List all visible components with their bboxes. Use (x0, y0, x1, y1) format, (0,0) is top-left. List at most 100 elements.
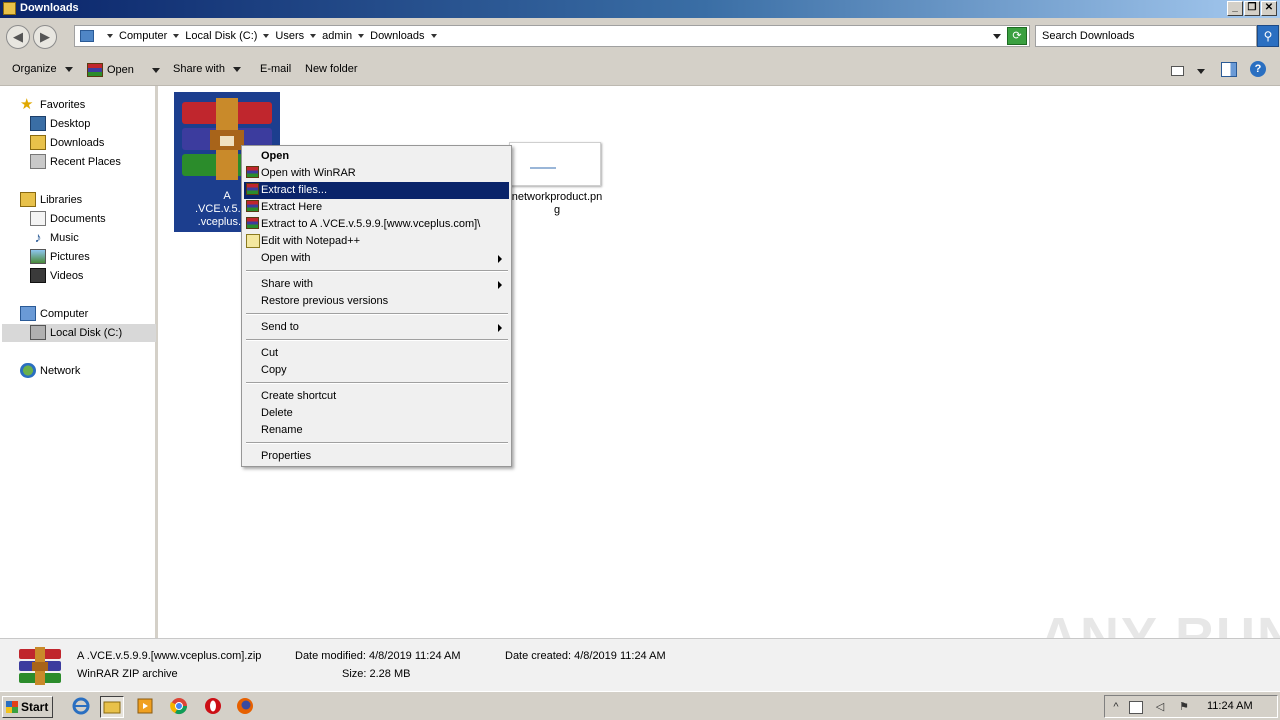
search-input[interactable]: Search Downloads (1035, 25, 1257, 47)
menu-item-delete[interactable]: Delete (244, 405, 509, 422)
chevron-down-icon[interactable] (263, 34, 270, 38)
menu-item-properties[interactable]: Properties (244, 448, 509, 465)
network-status-icon[interactable] (1129, 701, 1143, 714)
nav-item-desktop[interactable]: Desktop (30, 114, 90, 133)
start-button[interactable]: Start (2, 696, 53, 718)
menu-item-extract-here[interactable]: Extract Here (244, 199, 509, 216)
desktop-icon (30, 116, 46, 131)
menu-item-extract-to[interactable]: Extract to A .VCE.v.5.9.9.[www.vceplus.c… (244, 216, 509, 233)
taskbar-media-player-icon[interactable] (134, 696, 158, 718)
taskbar-chrome-icon[interactable] (168, 696, 192, 718)
details-filename: A .VCE.v.5.9.9.[www.vceplus.com].zip (77, 650, 262, 662)
menu-separator (246, 442, 508, 444)
minimize-button[interactable]: _ (1227, 1, 1243, 16)
menu-item-open-with[interactable]: Open with (244, 250, 509, 267)
downloads-folder-icon (30, 135, 46, 150)
menu-item-send-to[interactable]: Send to (244, 319, 509, 336)
menu-item-share-with[interactable]: Share with (244, 276, 509, 293)
nav-item-local-disk[interactable]: Local Disk (C:) (30, 323, 122, 342)
taskbar-ie-icon[interactable] (70, 696, 94, 718)
clock[interactable]: 11:24 AM (1207, 700, 1253, 712)
nav-label: Recent Places (50, 155, 121, 168)
menu-item-open-with-winrar[interactable]: Open with WinRAR (244, 165, 509, 182)
chevron-down-icon[interactable] (310, 34, 317, 38)
back-button[interactable]: ◀ (6, 25, 30, 49)
winrar-icon (246, 200, 259, 212)
file-name[interactable]: networkproduct.pn g (507, 191, 607, 217)
nav-item-pictures[interactable]: Pictures (30, 247, 90, 266)
organize-button[interactable]: Organize (12, 63, 73, 75)
nav-item-recent-places[interactable]: Recent Places (30, 152, 121, 171)
nav-label: Documents (50, 212, 106, 225)
nav-item-documents[interactable]: Documents (30, 209, 106, 228)
menu-item-extract-files[interactable]: Extract files... (244, 182, 509, 199)
menu-item-copy[interactable]: Copy (244, 362, 509, 379)
chevron-down-icon[interactable] (1197, 69, 1205, 74)
nav-item-favorites[interactable]: ★ Favorites (20, 95, 85, 114)
file-name-line: networkproduct.pn (511, 191, 603, 203)
menu-item-create-shortcut[interactable]: Create shortcut (244, 388, 509, 405)
nav-label: Videos (50, 269, 84, 282)
menu-item-open[interactable]: Open (244, 148, 509, 165)
share-with-button[interactable]: Share with (173, 63, 241, 75)
show-hidden-icons-icon[interactable]: ^ (1109, 701, 1123, 714)
maximize-button[interactable]: ❐ (1244, 1, 1260, 16)
breadcrumb-computer[interactable]: Computer (119, 30, 167, 42)
search-icon[interactable]: ⚲ (1257, 25, 1279, 47)
nav-item-music[interactable]: ♪ Music (30, 228, 79, 247)
chevron-down-icon[interactable] (107, 34, 113, 38)
open-label: Open (107, 64, 134, 76)
details-size: Size: 2.28 MB (342, 668, 411, 680)
menu-item-edit-notepad[interactable]: Edit with Notepad++ (244, 233, 509, 250)
address-history-dropdown-icon[interactable] (993, 34, 1001, 39)
breadcrumb-admin[interactable]: admin (322, 30, 352, 42)
menu-item-rename[interactable]: Rename (244, 422, 509, 439)
breadcrumb: Computer Local Disk (C:) Users admin Dow… (101, 30, 443, 42)
breadcrumb-downloads[interactable]: Downloads (370, 30, 424, 42)
star-icon: ★ (20, 96, 34, 113)
volume-icon[interactable]: ◁ (1153, 701, 1167, 714)
preview-pane-icon[interactable] (1221, 62, 1237, 77)
system-tray: ^ ◁ ⚑ 11:24 AM (1104, 695, 1278, 718)
nav-item-network[interactable]: Network (20, 361, 80, 380)
menu-separator (246, 270, 508, 272)
nav-item-downloads[interactable]: Downloads (30, 133, 104, 152)
action-center-flag-icon[interactable]: ⚑ (1177, 701, 1191, 714)
breadcrumb-local-disk[interactable]: Local Disk (C:) (185, 30, 257, 42)
menu-label: Share with (261, 278, 313, 290)
open-button[interactable]: Open (87, 63, 160, 77)
menu-separator (246, 313, 508, 315)
nav-item-libraries[interactable]: Libraries (20, 190, 82, 209)
breadcrumb-users[interactable]: Users (275, 30, 304, 42)
menu-item-cut[interactable]: Cut (244, 345, 509, 362)
nav-item-videos[interactable]: Videos (30, 266, 83, 285)
view-options-icon[interactable] (1171, 66, 1184, 76)
chevron-down-icon[interactable] (151, 67, 160, 73)
menu-separator (246, 339, 508, 341)
file-item-networkproduct-thumbnail[interactable] (509, 142, 601, 186)
taskbar-opera-icon[interactable] (202, 696, 226, 718)
help-icon[interactable]: ? (1250, 61, 1266, 77)
nav-label: Favorites (40, 98, 86, 111)
nav-item-computer[interactable]: Computer (20, 304, 88, 323)
chevron-down-icon[interactable] (358, 34, 365, 38)
email-button[interactable]: E-mail (260, 63, 291, 75)
taskbar-firefox-icon[interactable] (234, 696, 258, 718)
menu-label: Edit with Notepad++ (261, 235, 361, 247)
nav-label: Local Disk (C:) (50, 326, 123, 339)
refresh-icon[interactable]: ⟳ (1007, 27, 1027, 45)
winrar-icon (246, 166, 259, 178)
music-icon: ♪ (34, 229, 42, 245)
taskbar-explorer-icon[interactable] (100, 696, 124, 718)
chevron-down-icon[interactable] (430, 34, 437, 38)
menu-label: Open with (261, 252, 311, 264)
new-folder-button[interactable]: New folder (305, 63, 358, 75)
forward-button[interactable]: ▶ (33, 25, 57, 49)
address-field[interactable]: Computer Local Disk (C:) Users admin Dow… (74, 25, 1030, 47)
close-button[interactable]: ✕ (1261, 1, 1277, 16)
windows-logo-icon (6, 701, 18, 713)
notepad-plus-icon (246, 234, 260, 248)
menu-item-restore-versions[interactable]: Restore previous versions (244, 293, 509, 310)
chevron-down-icon[interactable] (173, 34, 180, 38)
menu-label: Extract files... (261, 184, 328, 196)
